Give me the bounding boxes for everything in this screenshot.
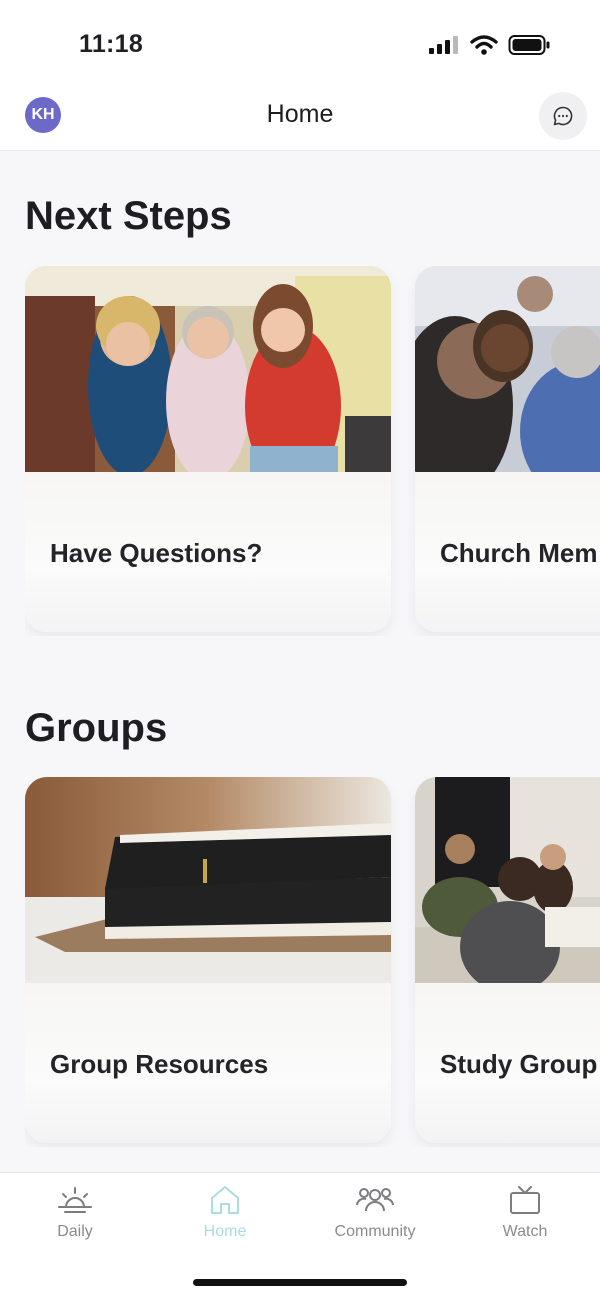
sunrise-icon (58, 1187, 92, 1213)
home-indicator (193, 1279, 407, 1286)
card-church-membership[interactable]: Church Mem (415, 266, 600, 632)
tab-label: Watch (502, 1223, 548, 1240)
signal-icon (429, 36, 458, 54)
status-time: 11:18 (79, 30, 144, 58)
card-image-bible (25, 777, 391, 983)
tv-icon (510, 1186, 540, 1214)
section-title-groups: Groups (25, 706, 168, 750)
card-footer: Have Questions? (25, 472, 391, 632)
people-icon (356, 1188, 394, 1212)
tab-watch[interactable]: Watch (450, 1185, 600, 1241)
tab-community[interactable]: Community (300, 1185, 450, 1241)
tab-label: Community (334, 1223, 416, 1240)
section-title-next-steps: Next Steps (25, 194, 232, 238)
card-image-study-group (415, 777, 600, 983)
card-have-questions[interactable]: Have Questions? (25, 266, 391, 632)
messages-button[interactable] (539, 92, 587, 140)
card-footer: Group Resources (25, 983, 391, 1143)
card-label: Church Mem (440, 538, 598, 568)
tab-daily[interactable]: Daily (0, 1185, 150, 1241)
wifi-icon (470, 35, 498, 55)
home-icon (211, 1186, 239, 1214)
card-image-meeting (415, 266, 600, 472)
card-label: Have Questions? (50, 538, 263, 568)
status-bar: 11:18 (0, 0, 600, 84)
top-nav: KH Home (0, 84, 600, 151)
card-study-group[interactable]: Study Group (415, 777, 600, 1143)
card-label: Study Group (440, 1049, 598, 1079)
page-title: Home (266, 100, 334, 128)
status-icons (428, 34, 550, 56)
next-steps-carousel[interactable]: Have Questions? Church Mem (25, 266, 600, 636)
groups-carousel[interactable]: Group Resources Study Group (25, 777, 600, 1147)
card-footer: Church Mem (415, 472, 600, 632)
card-group-resources[interactable]: Group Resources (25, 777, 391, 1143)
tab-label: Daily (57, 1223, 93, 1240)
tab-label: Home (203, 1223, 247, 1240)
battery-icon (508, 35, 550, 55)
card-label: Group Resources (50, 1049, 269, 1079)
card-footer: Study Group (415, 983, 600, 1143)
tab-home[interactable]: Home (150, 1185, 300, 1241)
chat-bubble-icon (553, 106, 573, 126)
card-image-women (25, 266, 391, 472)
